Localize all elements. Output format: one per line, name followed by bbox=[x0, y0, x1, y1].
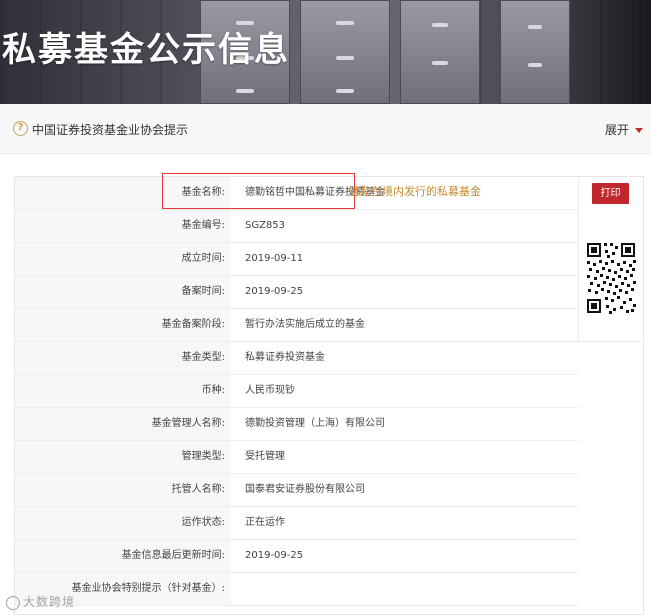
watermark-logo-icon bbox=[6, 595, 20, 610]
annotation-note: 德勤在境内发行的私募基金 bbox=[349, 185, 481, 198]
row-label: 管理类型: bbox=[15, 441, 231, 473]
row-value: 受托管理 bbox=[245, 451, 285, 462]
watermark-text: 大数跨境 bbox=[23, 595, 76, 609]
table-row: 基金管理人名称: 德勤投资管理（上海）有限公司 bbox=[15, 408, 578, 441]
table-row: 成立时间: 2019-09-11 bbox=[15, 243, 578, 276]
row-value: 2019-09-11 bbox=[245, 253, 304, 264]
table-row: 管理类型: 受托管理 bbox=[15, 441, 578, 474]
table-row: 基金备案阶段: 暂行办法实施后成立的基金 bbox=[15, 309, 578, 342]
row-value: 暂行办法实施后成立的基金 bbox=[245, 319, 365, 330]
row-label: 基金编号: bbox=[15, 210, 231, 242]
table-row: 币种: 人民币现钞 bbox=[15, 375, 578, 408]
caret-down-icon bbox=[635, 128, 643, 133]
expand-label: 展开 bbox=[604, 123, 629, 137]
row-label: 基金管理人名称: bbox=[15, 408, 231, 440]
fund-info-table: 基金名称: 德勤铭哲中国私募证券投资基金 基金编号: SGZ853 成立时间: … bbox=[15, 177, 578, 606]
row-label: 基金备案阶段: bbox=[15, 309, 231, 341]
notice-bar: ? 中国证券投资基金业协会提示 展开 bbox=[0, 104, 651, 154]
table-row: 备案时间: 2019-09-25 bbox=[15, 276, 578, 309]
fund-info-card: 基金名称: 德勤铭哲中国私募证券投资基金 基金编号: SGZ853 成立时间: … bbox=[14, 176, 644, 615]
side-panel: 打印 bbox=[578, 177, 644, 342]
row-value: 2019-09-25 bbox=[245, 550, 304, 561]
table-row: 运作状态: 正在运作 bbox=[15, 507, 578, 540]
row-value: 私募证券投资基金 bbox=[245, 352, 325, 363]
row-value: SGZ853 bbox=[245, 220, 286, 231]
cabinet-graphic bbox=[500, 0, 570, 104]
hero-banner: 私募基金公示信息 bbox=[0, 0, 651, 104]
cabinet-graphic bbox=[300, 0, 390, 104]
table-row: 基金编号: SGZ853 bbox=[15, 210, 578, 243]
row-value: 德勤投资管理（上海）有限公司 bbox=[245, 418, 385, 429]
row-label: 备案时间: bbox=[15, 276, 231, 308]
row-value: 2019-09-25 bbox=[245, 286, 304, 297]
row-label: 托管人名称: bbox=[15, 474, 231, 506]
question-circle-icon: ? bbox=[13, 121, 28, 136]
watermark: 大数跨境 bbox=[6, 593, 75, 610]
table-row: 托管人名称: 国泰君安证券股份有限公司 bbox=[15, 474, 578, 507]
row-value: 正在运作 bbox=[245, 517, 285, 528]
table-row: 基金业协会特别提示（针对基金）: bbox=[15, 573, 578, 606]
row-label: 运作状态: bbox=[15, 507, 231, 539]
qr-code-icon bbox=[585, 241, 637, 315]
page-title: 私募基金公示信息 bbox=[2, 30, 290, 70]
row-label: 基金信息最后更新时间: bbox=[15, 540, 231, 572]
row-value: 人民币现钞 bbox=[245, 385, 295, 396]
row-label: 基金名称: bbox=[15, 177, 231, 209]
table-row: 基金信息最后更新时间: 2019-09-25 bbox=[15, 540, 578, 573]
notice-text: 中国证券投资基金业协会提示 bbox=[32, 123, 189, 137]
table-row: 基金名称: 德勤铭哲中国私募证券投资基金 bbox=[15, 177, 578, 210]
row-label: 成立时间: bbox=[15, 243, 231, 275]
row-value: 国泰君安证券股份有限公司 bbox=[245, 484, 365, 495]
row-label: 币种: bbox=[15, 375, 231, 407]
table-row: 基金类型: 私募证券投资基金 bbox=[15, 342, 578, 375]
row-label: 基金类型: bbox=[15, 342, 231, 374]
cabinet-graphic bbox=[400, 0, 480, 104]
expand-button[interactable]: 展开 bbox=[605, 121, 643, 138]
print-button[interactable]: 打印 bbox=[592, 183, 629, 204]
